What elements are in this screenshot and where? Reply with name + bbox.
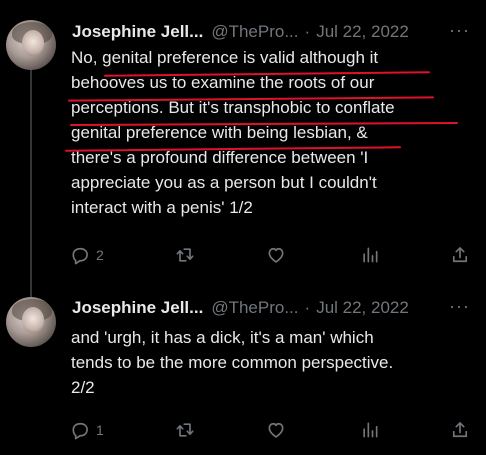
header-separator: · xyxy=(304,298,311,317)
retweet-button[interactable] xyxy=(174,244,202,266)
more-icon[interactable]: ··· xyxy=(449,296,470,317)
views-button[interactable] xyxy=(360,419,386,441)
like-icon xyxy=(268,422,284,438)
tweet-text-line: tends to be the more common perspective. xyxy=(71,353,394,372)
retweet-icon xyxy=(176,423,194,437)
tweet-text-line: No, genital preference is valid although… xyxy=(71,48,379,67)
share-button[interactable] xyxy=(450,244,470,266)
like-button[interactable] xyxy=(266,244,292,266)
views-icon xyxy=(363,422,378,438)
avatar-face xyxy=(22,30,44,56)
reply-count: 1 xyxy=(96,422,104,438)
tweet-date[interactable]: Jul 22, 2022 xyxy=(316,298,409,318)
author-name[interactable]: Josephine Jell... xyxy=(72,22,203,42)
tweet-text-line: appreciate you as a person but I couldn'… xyxy=(71,173,377,192)
author-handle[interactable]: @ThePro... xyxy=(211,22,298,42)
like-icon xyxy=(268,247,284,263)
share-button[interactable] xyxy=(450,419,470,441)
tweet-actions: 1 xyxy=(70,419,470,441)
tweet-text-line: 2/2 xyxy=(71,378,95,397)
views-button[interactable] xyxy=(360,244,386,266)
like-button[interactable] xyxy=(266,419,292,441)
tweet[interactable]: Josephine Jell... @ThePro... · Jul 22, 2… xyxy=(0,0,486,285)
author-name[interactable]: Josephine Jell... xyxy=(72,298,203,318)
tweet[interactable]: Josephine Jell... @ThePro... · Jul 22, 2… xyxy=(0,285,486,455)
reply-icon xyxy=(72,422,88,440)
author-handle[interactable]: @ThePro... xyxy=(211,298,298,318)
retweet-button[interactable] xyxy=(174,419,202,441)
reply-button[interactable]: 1 xyxy=(70,419,104,441)
share-icon xyxy=(452,247,468,263)
reply-icon xyxy=(72,247,88,265)
tweet-actions: 2 xyxy=(70,244,470,266)
avatar[interactable] xyxy=(6,20,56,70)
reply-button[interactable]: 2 xyxy=(70,244,104,266)
avatar[interactable] xyxy=(6,297,56,347)
retweet-icon xyxy=(176,248,194,262)
share-icon xyxy=(452,422,468,438)
tweet-header: Josephine Jell... @ThePro... · Jul 22, 2… xyxy=(72,297,409,319)
tweet-date[interactable]: Jul 22, 2022 xyxy=(316,22,409,42)
tweet-text-line: and 'urgh, it has a dick, it's a man' wh… xyxy=(71,328,374,347)
header-separator: · xyxy=(304,22,311,41)
more-icon[interactable]: ··· xyxy=(449,20,470,41)
reply-count: 2 xyxy=(96,247,104,263)
tweet-text: and 'urgh, it has a dick, it's a man' wh… xyxy=(71,325,471,400)
tweet-header: Josephine Jell... @ThePro... · Jul 22, 2… xyxy=(72,21,409,43)
views-icon xyxy=(363,247,378,263)
avatar-face xyxy=(22,307,44,333)
tweet-text-line: interact with a penis' 1/2 xyxy=(71,198,253,217)
